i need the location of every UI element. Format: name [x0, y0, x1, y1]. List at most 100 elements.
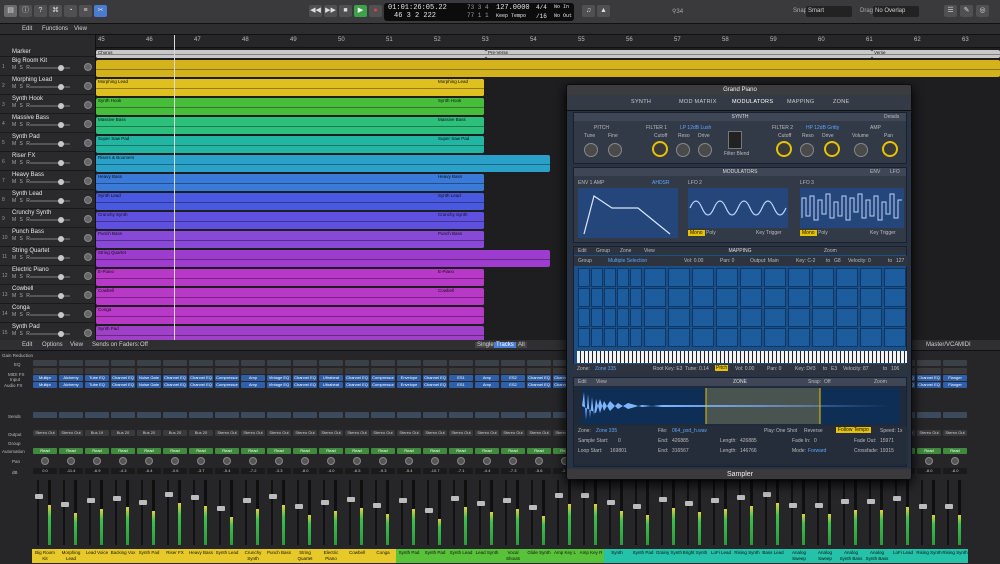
volume-fader-track[interactable]: [349, 480, 351, 545]
track-pan-knob[interactable]: [84, 139, 92, 147]
automation-read-button[interactable]: Read: [943, 448, 967, 454]
channel-name[interactable]: Bright Synth: [682, 549, 708, 563]
follow-tempo-button[interactable]: Follow Tempo: [836, 427, 871, 433]
volume-fader-track[interactable]: [193, 480, 195, 545]
eq-thumbnail[interactable]: [85, 360, 109, 366]
forward-icon[interactable]: ▶▶: [324, 5, 337, 17]
channel-name[interactable]: Big Room Kit: [32, 549, 58, 563]
volume-fader-track[interactable]: [557, 480, 559, 545]
mixer-edit-menu[interactable]: Edit: [22, 342, 32, 348]
track-volume-handle[interactable]: [58, 312, 64, 318]
instrument-slot[interactable]: Flanger: [943, 375, 967, 381]
eq-thumbnail[interactable]: [319, 360, 343, 366]
channel-name[interactable]: Grainy Synth: [656, 549, 682, 563]
mixer-options-menu[interactable]: Options: [42, 342, 63, 348]
channel-name[interactable]: Lead Synth: [474, 549, 500, 563]
channel-name[interactable]: Synth Pad: [396, 549, 422, 563]
automation-read-button[interactable]: Read: [111, 448, 135, 454]
track-pan-knob[interactable]: [84, 101, 92, 109]
output-slot[interactable]: Stereo Out: [241, 430, 265, 436]
tuner-icon[interactable]: ♫: [582, 5, 595, 17]
volume-knob[interactable]: [854, 143, 868, 157]
channel-name[interactable]: Lead Voice: [84, 549, 110, 563]
eq-thumbnail[interactable]: [501, 360, 525, 366]
metronome-icon[interactable]: ▲: [597, 5, 610, 17]
eq-thumbnail[interactable]: [917, 360, 941, 366]
track-header[interactable]: 8 Synth Lead M S R: [0, 190, 96, 209]
output-slot[interactable]: Bus 19: [85, 430, 109, 436]
track-volume-slider[interactable]: [30, 86, 70, 88]
midi-fx-slot[interactable]: [943, 368, 967, 374]
volume-fader-track[interactable]: [869, 480, 871, 545]
audio-fx-slot[interactable]: Channel EQ: [293, 382, 317, 388]
mapping-zone-cell[interactable]: [740, 328, 762, 347]
pan-knob[interactable]: [67, 457, 75, 465]
mapping-zone-cell[interactable]: [591, 288, 603, 307]
volume-fader-cap[interactable]: [633, 504, 641, 509]
zone-vol[interactable]: Vol: 0.00: [735, 366, 754, 372]
volume-fader-track[interactable]: [791, 480, 793, 545]
snap-select[interactable]: Smart: [806, 6, 852, 17]
send-slot[interactable]: [501, 412, 525, 418]
volume-fader-track[interactable]: [167, 480, 169, 545]
pan-knob[interactable]: [925, 457, 933, 465]
mapping-zone-cell[interactable]: [578, 328, 590, 347]
send-slot[interactable]: [423, 412, 447, 418]
volume-fader-cap[interactable]: [295, 504, 303, 509]
channel-name[interactable]: Synth Pad: [630, 549, 656, 563]
midi-fx-slot[interactable]: [85, 368, 109, 374]
midi-fx-slot[interactable]: [917, 368, 941, 374]
track-name[interactable]: String Quartet: [12, 248, 49, 254]
audio-fx-slot[interactable]: Alchemy: [59, 382, 83, 388]
pan-knob[interactable]: [327, 457, 335, 465]
volume-fader-cap[interactable]: [425, 508, 433, 513]
track-mute-solo[interactable]: M S R: [12, 160, 31, 166]
midi-fx-slot[interactable]: [111, 368, 135, 374]
instrument-slot[interactable]: Noise Gate: [137, 375, 161, 381]
audio-fx-slot[interactable]: ES1: [449, 382, 473, 388]
audio-fx-slot[interactable]: Channel EQ: [163, 382, 187, 388]
output-slot[interactable]: Stereo Out: [501, 430, 525, 436]
eq-thumbnail[interactable]: [449, 360, 473, 366]
volume-fader-cap[interactable]: [815, 503, 823, 508]
send-slot[interactable]: [267, 412, 291, 418]
instrument-slot[interactable]: Amp: [241, 375, 265, 381]
zone-key-high[interactable]: E3: [831, 366, 837, 372]
track-region[interactable]: Morphing Lead: [436, 79, 484, 96]
marker-region[interactable]: Verse: [872, 50, 1000, 58]
length-value[interactable]: 426885: [740, 438, 757, 444]
audio-fx-slot[interactable]: Tube EQ: [85, 382, 109, 388]
track-name[interactable]: Electric Piano: [12, 267, 49, 273]
automation-read-button[interactable]: Read: [293, 448, 317, 454]
send-slot[interactable]: [189, 412, 213, 418]
volume-fader-cap[interactable]: [555, 493, 563, 498]
channel-name[interactable]: LoFi Lead: [890, 549, 916, 563]
eq-thumbnail[interactable]: [475, 360, 499, 366]
send-slot[interactable]: [85, 412, 109, 418]
track-pan-knob[interactable]: [84, 234, 92, 242]
mapping-zone-cell[interactable]: [630, 328, 642, 347]
track-region[interactable]: Synth Hook: [436, 98, 484, 115]
zone-view-menu[interactable]: View: [596, 379, 607, 385]
midi-fx-slot[interactable]: [293, 368, 317, 374]
track-mute-solo[interactable]: M S R: [12, 122, 31, 128]
crossfade-value[interactable]: 19315: [880, 448, 894, 454]
lfo2-wave[interactable]: [688, 188, 788, 228]
loop-end-value[interactable]: 316567: [672, 448, 689, 454]
output-slot[interactable]: Stereo Out: [917, 430, 941, 436]
channel-name[interactable]: Morphing Lead: [58, 549, 84, 563]
output-slot[interactable]: Stereo Out: [943, 430, 967, 436]
mapping-zone-cell[interactable]: [788, 328, 810, 347]
track-name[interactable]: Synth Pad: [12, 324, 40, 330]
eq-thumbnail[interactable]: [371, 360, 395, 366]
audio-fx-slot[interactable]: Channel EQ: [345, 382, 369, 388]
mapping-zone-cell[interactable]: [788, 288, 810, 307]
audio-fx-slot[interactable]: Noise Gate: [137, 382, 161, 388]
pan-knob[interactable]: [197, 457, 205, 465]
volume-fader-track[interactable]: [245, 480, 247, 545]
track-volume-slider[interactable]: [30, 162, 70, 164]
send-slot[interactable]: [319, 412, 343, 418]
mapping-zone-cell[interactable]: [812, 268, 834, 287]
audio-fx-slot[interactable]: Channel EQ: [527, 382, 551, 388]
lfo-tag[interactable]: LFO: [890, 169, 900, 175]
